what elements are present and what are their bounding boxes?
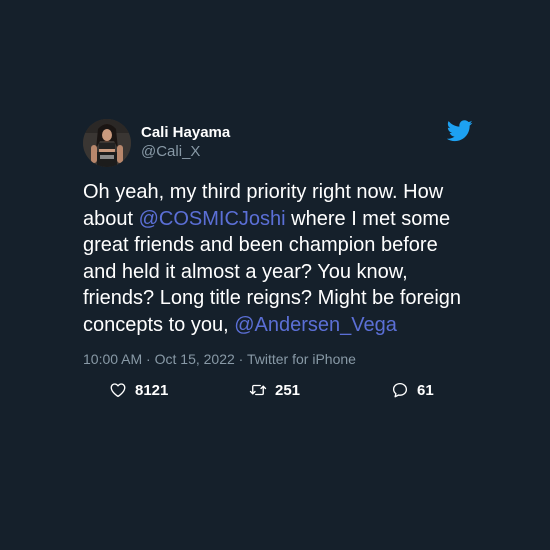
retweet-button[interactable]: 251 — [249, 381, 300, 399]
meta-separator: · — [142, 351, 155, 367]
tweet-date[interactable]: Oct 15, 2022 — [155, 351, 235, 367]
display-name[interactable]: Cali Hayama — [141, 124, 230, 142]
avatar[interactable] — [83, 119, 131, 167]
tweet-time[interactable]: 10:00 AM — [83, 351, 142, 367]
reply-button[interactable]: 61 — [391, 381, 434, 399]
reply-count: 61 — [417, 381, 434, 399]
tweet-source[interactable]: Twitter for iPhone — [247, 351, 356, 367]
like-button[interactable]: 8121 — [109, 381, 168, 399]
tweet-card[interactable]: Cali Hayama @Cali_X Oh yeah, my third pr… — [83, 117, 473, 405]
tweet-actions: 8121 251 61 — [83, 381, 473, 405]
like-count: 8121 — [135, 381, 169, 399]
heart-icon — [109, 381, 127, 399]
retweet-icon — [249, 381, 267, 399]
author-names: Cali Hayama @Cali_X — [141, 124, 230, 162]
mention-link[interactable]: @Andersen_Vega — [234, 314, 397, 336]
tweet-text: Oh yeah, my third priority right now. Ho… — [83, 179, 473, 338]
reply-bubble-icon — [391, 381, 409, 399]
twitter-bird-icon[interactable] — [446, 120, 473, 142]
mention-link[interactable]: @COSMICJoshi — [139, 208, 286, 230]
tweet-header: Cali Hayama @Cali_X — [83, 117, 473, 169]
tweet-meta: 10:00 AM · Oct 15, 2022 · Twitter for iP… — [83, 350, 473, 368]
retweet-count: 251 — [275, 381, 301, 399]
avatar-image — [83, 119, 131, 167]
meta-separator: · — [234, 351, 247, 367]
user-handle[interactable]: @Cali_X — [141, 142, 230, 162]
